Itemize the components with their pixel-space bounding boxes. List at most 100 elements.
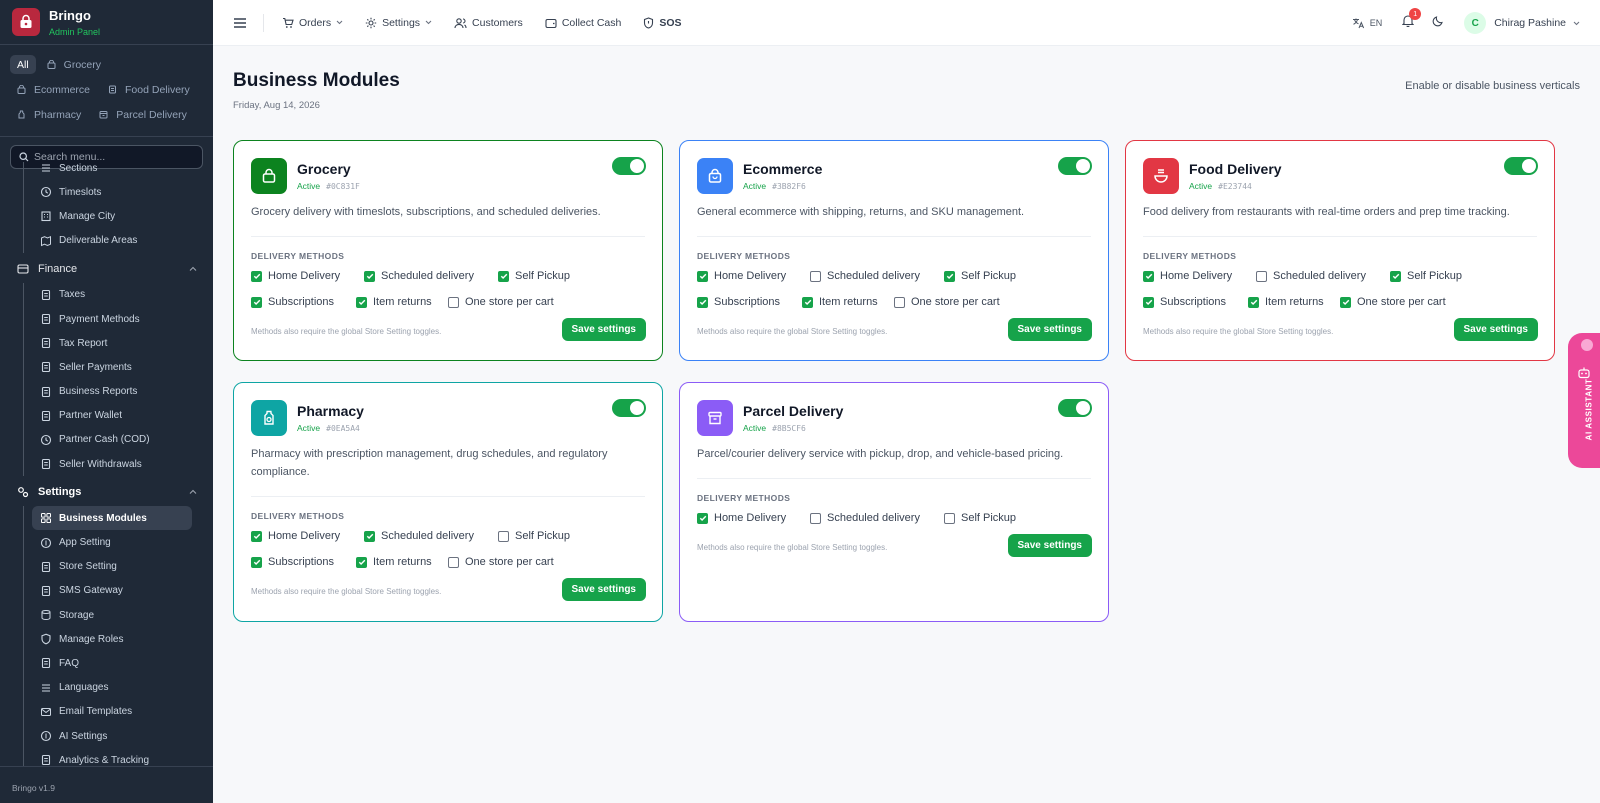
dark-mode-toggle[interactable] xyxy=(1432,14,1444,32)
save-settings-button[interactable]: Save settings xyxy=(561,578,646,601)
doc-icon xyxy=(40,585,59,597)
method-checkbox-subscriptions[interactable]: Subscriptions xyxy=(251,296,344,308)
method-checkbox-scheduled-delivery[interactable]: Scheduled delivery xyxy=(810,512,932,524)
module-card-header: Grocery Active #0C831F xyxy=(251,158,360,194)
sidebar-item-sections[interactable]: Sections xyxy=(32,162,213,180)
method-checkbox-scheduled-delivery[interactable]: Scheduled delivery xyxy=(364,270,486,282)
sidebar-item-timeslots[interactable]: Timeslots xyxy=(32,180,213,204)
method-checkbox-item-returns[interactable]: Item returns xyxy=(802,296,882,308)
checkbox-checked-icon xyxy=(697,296,708,308)
sidebar-item-languages[interactable]: Languages xyxy=(32,676,213,700)
method-label: One store per cart xyxy=(465,556,554,568)
method-checkbox-item-returns[interactable]: Item returns xyxy=(356,556,436,568)
module-enable-toggle[interactable] xyxy=(1504,157,1538,175)
customers-link[interactable]: Customers xyxy=(454,17,523,29)
sidebar-item-partner-cash-cod[interactable]: Partner Cash (COD) xyxy=(32,428,213,452)
sos-link[interactable]: SOS xyxy=(643,17,682,29)
filter-chip-label: All xyxy=(17,58,29,71)
collect-cash-link[interactable]: Collect Cash xyxy=(545,17,621,29)
filter-chip-parcel-delivery[interactable]: Parcel Delivery xyxy=(92,105,194,124)
sidebar-item-deliverable-areas[interactable]: Deliverable Areas xyxy=(32,229,213,253)
hamburger-menu-icon[interactable] xyxy=(233,17,247,29)
language-switcher[interactable]: EN xyxy=(1352,17,1383,29)
main-content: Orders Settings Customers Collect Cash S… xyxy=(213,0,1600,803)
sidebar-item-store-setting[interactable]: Store Setting xyxy=(32,555,213,579)
module-enable-toggle[interactable] xyxy=(1058,399,1092,417)
bottle-icon xyxy=(17,110,30,119)
method-checkbox-subscriptions[interactable]: Subscriptions xyxy=(1143,296,1236,308)
save-settings-button[interactable]: Save settings xyxy=(1007,318,1092,341)
sidebar-item-analytics-tracking[interactable]: Analytics & Tracking xyxy=(32,748,213,766)
method-checkbox-item-returns[interactable]: Item returns xyxy=(1248,296,1328,308)
ai-assistant-tab[interactable]: AI ASSISTANT xyxy=(1568,333,1600,468)
user-menu[interactable]: C Chirag Pashine xyxy=(1464,12,1580,34)
method-checkbox-scheduled-delivery[interactable]: Scheduled delivery xyxy=(1256,270,1378,282)
method-checkbox-one-store-per-cart[interactable]: One store per cart xyxy=(448,296,554,308)
module-enable-toggle[interactable] xyxy=(612,157,646,175)
translate-icon xyxy=(1352,18,1364,29)
method-checkbox-scheduled-delivery[interactable]: Scheduled delivery xyxy=(810,270,932,282)
filter-chip-pharmacy[interactable]: Pharmacy xyxy=(10,105,88,124)
filter-chip-ecommerce[interactable]: Ecommerce xyxy=(10,80,97,99)
sidebar-item-seller-withdrawals[interactable]: Seller Withdrawals xyxy=(32,452,213,476)
method-checkbox-one-store-per-cart[interactable]: One store per cart xyxy=(1340,296,1446,308)
filter-chip-all[interactable]: All xyxy=(10,55,36,74)
sidebar-item-manage-roles[interactable]: Manage Roles xyxy=(32,627,213,651)
notifications-button[interactable]: 1 xyxy=(1401,8,1422,32)
filter-chip-food-delivery[interactable]: Food Delivery xyxy=(101,80,197,99)
method-checkbox-home-delivery[interactable]: Home Delivery xyxy=(697,270,798,282)
module-name: Ecommerce xyxy=(743,161,823,177)
sidebar-item-label: Storage xyxy=(59,609,95,621)
method-checkbox-self-pickup[interactable]: Self Pickup xyxy=(498,270,570,282)
sidebar-item-partner-wallet[interactable]: Partner Wallet xyxy=(32,404,213,428)
filter-chip-label: Food Delivery xyxy=(125,83,190,96)
module-enable-toggle[interactable] xyxy=(612,399,646,417)
method-checkbox-scheduled-delivery[interactable]: Scheduled delivery xyxy=(364,530,486,542)
sidebar-item-business-reports[interactable]: Business Reports xyxy=(32,380,213,404)
settings-menu[interactable]: Settings xyxy=(365,17,432,29)
sidebar-item-seller-payments[interactable]: Seller Payments xyxy=(32,355,213,379)
section-settings[interactable]: Settings xyxy=(0,478,213,506)
shield-icon xyxy=(40,633,59,645)
method-checkbox-home-delivery[interactable]: Home Delivery xyxy=(1143,270,1244,282)
method-checkbox-self-pickup[interactable]: Self Pickup xyxy=(498,530,570,542)
sidebar-item-taxes[interactable]: Taxes xyxy=(32,283,213,307)
module-card-food-delivery: Food Delivery Active #E23744 Food delivery … xyxy=(1125,140,1555,361)
method-checkbox-home-delivery[interactable]: Home Delivery xyxy=(697,512,798,524)
method-checkbox-self-pickup[interactable]: Self Pickup xyxy=(944,512,1016,524)
sidebar-item-faq[interactable]: FAQ xyxy=(32,651,213,675)
section-finance[interactable]: Finance xyxy=(0,255,213,283)
method-checkbox-one-store-per-cart[interactable]: One store per cart xyxy=(894,296,1000,308)
method-checkbox-home-delivery[interactable]: Home Delivery xyxy=(251,530,352,542)
filter-chip-grocery[interactable]: Grocery xyxy=(40,55,108,74)
sidebar-item-label: Taxes xyxy=(59,289,86,301)
method-checkbox-self-pickup[interactable]: Self Pickup xyxy=(944,270,1016,282)
method-checkbox-subscriptions[interactable]: Subscriptions xyxy=(251,556,344,568)
brand-header[interactable]: Bringo Admin Panel xyxy=(0,0,213,45)
sidebar-item-manage-city[interactable]: Manage City xyxy=(32,204,213,228)
save-settings-button[interactable]: Save settings xyxy=(1453,318,1538,341)
sidebar-item-ai-settings[interactable]: AI Settings xyxy=(32,724,213,748)
checkbox-checked-icon xyxy=(1143,296,1154,308)
language-label: EN xyxy=(1369,18,1383,28)
sidebar-item-payment-methods[interactable]: Payment Methods xyxy=(32,307,213,331)
method-checkbox-one-store-per-cart[interactable]: One store per cart xyxy=(448,556,554,568)
save-settings-button[interactable]: Save settings xyxy=(561,318,646,341)
method-checkbox-self-pickup[interactable]: Self Pickup xyxy=(1390,270,1462,282)
method-checkbox-subscriptions[interactable]: Subscriptions xyxy=(697,296,790,308)
sidebar-item-tax-report[interactable]: Tax Report xyxy=(32,331,213,355)
sidebar-item-sms-gateway[interactable]: SMS Gateway xyxy=(32,579,213,603)
sidebar-item-business-modules[interactable]: Business Modules xyxy=(32,506,192,531)
method-checkbox-item-returns[interactable]: Item returns xyxy=(356,296,436,308)
doc-icon xyxy=(40,361,59,373)
save-settings-button[interactable]: Save settings xyxy=(1007,534,1092,557)
sidebar-item-app-setting[interactable]: App Setting xyxy=(32,530,213,554)
sidebar: Bringo Admin Panel All Grocery Ecommerce Fo… xyxy=(0,0,213,803)
module-enable-toggle[interactable] xyxy=(1058,157,1092,175)
sidebar-item-storage[interactable]: Storage xyxy=(32,603,213,627)
method-checkbox-home-delivery[interactable]: Home Delivery xyxy=(251,270,352,282)
sidebar-item-email-templates[interactable]: Email Templates xyxy=(32,700,213,724)
chevron-down-icon xyxy=(425,20,432,25)
orders-label: Orders xyxy=(299,16,332,29)
orders-menu[interactable]: Orders xyxy=(282,17,343,29)
